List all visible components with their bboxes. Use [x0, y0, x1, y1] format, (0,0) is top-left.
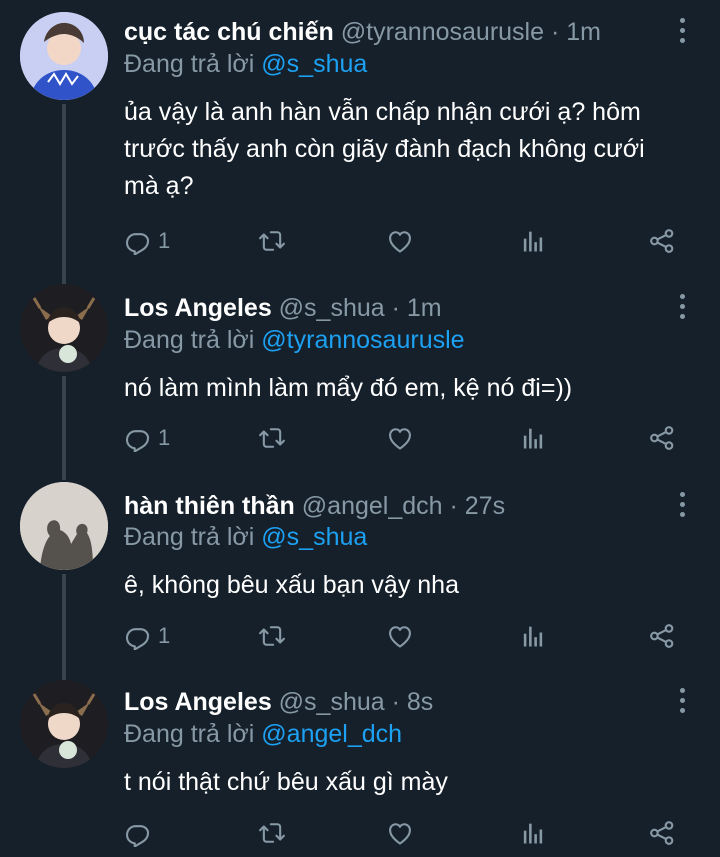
timestamp[interactable]: 1m — [566, 18, 601, 46]
tweet[interactable]: Los Angeles @s_shua · 8s Đang trả lời @a… — [0, 676, 720, 857]
tweet-header: hàn thiên thần @angel_dch · 27s — [124, 490, 670, 522]
share-icon — [648, 819, 676, 847]
timestamp[interactable]: 27s — [465, 492, 505, 520]
analytics-button[interactable] — [518, 816, 546, 850]
replying-label: Đang trả lời — [124, 50, 255, 78]
mention-link[interactable]: @s_shua — [261, 50, 367, 78]
reply-icon — [124, 622, 152, 650]
timestamp[interactable]: 8s — [407, 688, 433, 716]
replying-to: Đang trả lời @s_shua — [124, 48, 367, 80]
like-icon — [386, 424, 414, 452]
reply-count: 1 — [158, 228, 171, 253]
share-icon — [648, 227, 676, 255]
tweet[interactable]: hàn thiên thần @angel_dch · 27s Đang trả… — [0, 476, 720, 680]
analytics-button[interactable] — [518, 619, 546, 653]
tweet[interactable]: cục tác chú chiến @tyrannosaurusle · 1m … — [0, 0, 720, 284]
like-icon — [386, 227, 414, 255]
retweet-icon — [258, 424, 286, 452]
avatar[interactable] — [20, 482, 108, 570]
retweet-button[interactable] — [258, 421, 286, 455]
mention-link[interactable]: @angel_dch — [261, 720, 402, 748]
replying-to: Đang trả lời @s_shua — [124, 521, 367, 553]
thread-line — [62, 376, 66, 480]
analytics-icon — [518, 227, 546, 255]
like-button[interactable] — [386, 816, 414, 850]
tweet-text: t nói thật chứ bêu xấu gì mày — [124, 768, 448, 796]
tweet-text: ê, không bêu xấu bạn vậy nha — [124, 571, 459, 599]
avatar[interactable] — [20, 680, 108, 768]
display-name[interactable]: Los Angeles — [124, 688, 272, 716]
tweet-actions: 1 — [124, 224, 684, 258]
replying-label: Đang trả lời — [124, 326, 255, 354]
tweet-text: nó làm mình làm mẩy đó em, kệ nó đi=)) — [124, 374, 573, 402]
avatar[interactable] — [20, 12, 108, 100]
analytics-button[interactable] — [518, 421, 546, 455]
thread-line — [62, 574, 66, 680]
analytics-icon — [518, 424, 546, 452]
like-icon — [386, 819, 414, 847]
separator-dot: · — [391, 294, 400, 322]
replying-label: Đang trả lời — [124, 720, 255, 748]
reply-button[interactable]: 1 — [124, 421, 170, 455]
separator-dot: · — [449, 492, 458, 520]
tweet-actions — [124, 816, 684, 850]
reply-button[interactable] — [124, 816, 158, 850]
retweet-button[interactable] — [258, 224, 286, 258]
analytics-icon — [518, 622, 546, 650]
timestamp[interactable]: 1m — [407, 294, 442, 322]
reply-icon — [124, 227, 152, 255]
like-icon — [386, 622, 414, 650]
analytics-button[interactable] — [518, 224, 546, 258]
like-button[interactable] — [386, 421, 414, 455]
more-icon[interactable] — [678, 18, 686, 46]
retweet-button[interactable] — [258, 619, 286, 653]
user-handle[interactable]: @angel_dch — [302, 492, 443, 520]
display-name[interactable]: Los Angeles — [124, 294, 272, 322]
more-icon[interactable] — [678, 294, 686, 322]
tweet[interactable]: Los Angeles @s_shua · 1m Đang trả lời @t… — [0, 280, 720, 480]
more-icon[interactable] — [678, 492, 686, 520]
thread-line — [62, 104, 66, 284]
replying-label: Đang trả lời — [124, 523, 255, 551]
retweet-icon — [258, 227, 286, 255]
tweet-actions: 1 — [124, 421, 684, 455]
separator-dot: · — [550, 18, 560, 46]
user-handle[interactable]: @tyrannosaurusle — [341, 18, 544, 46]
retweet-icon — [258, 622, 286, 650]
tweet-header: cục tác chú chiến @tyrannosaurusle · 1m — [124, 16, 670, 48]
tweet-actions: 1 — [124, 619, 684, 653]
tweet-header: Los Angeles @s_shua · 8s — [124, 686, 670, 718]
tweet-header: Los Angeles @s_shua · 1m — [124, 292, 670, 324]
like-button[interactable] — [386, 224, 414, 258]
display-name[interactable]: hàn thiên thần — [124, 492, 295, 520]
retweet-button[interactable] — [258, 816, 286, 850]
share-icon — [648, 424, 676, 452]
reply-count: 1 — [158, 425, 171, 450]
separator-dot: · — [391, 688, 400, 716]
more-icon[interactable] — [678, 688, 686, 716]
share-button[interactable] — [648, 816, 676, 850]
replying-to: Đang trả lời @tyrannosaurusle — [124, 324, 465, 356]
reply-button[interactable]: 1 — [124, 224, 170, 258]
reply-icon — [124, 819, 152, 847]
reply-button[interactable]: 1 — [124, 619, 170, 653]
user-handle[interactable]: @s_shua — [279, 294, 385, 322]
reply-count: 1 — [158, 623, 171, 648]
analytics-icon — [518, 819, 546, 847]
retweet-icon — [258, 819, 286, 847]
share-button[interactable] — [648, 619, 676, 653]
share-icon — [648, 622, 676, 650]
user-handle[interactable]: @s_shua — [279, 688, 385, 716]
tweet-text: ủa vậy là anh hàn vẫn chấp nhận cưới ạ? … — [124, 98, 645, 200]
share-button[interactable] — [648, 224, 676, 258]
mention-link[interactable]: @tyrannosaurusle — [261, 326, 464, 354]
replying-to: Đang trả lời @angel_dch — [124, 718, 402, 750]
share-button[interactable] — [648, 421, 676, 455]
mention-link[interactable]: @s_shua — [261, 523, 367, 551]
like-button[interactable] — [386, 619, 414, 653]
reply-icon — [124, 424, 152, 452]
avatar[interactable] — [20, 284, 108, 372]
display-name[interactable]: cục tác chú chiến — [124, 18, 334, 46]
